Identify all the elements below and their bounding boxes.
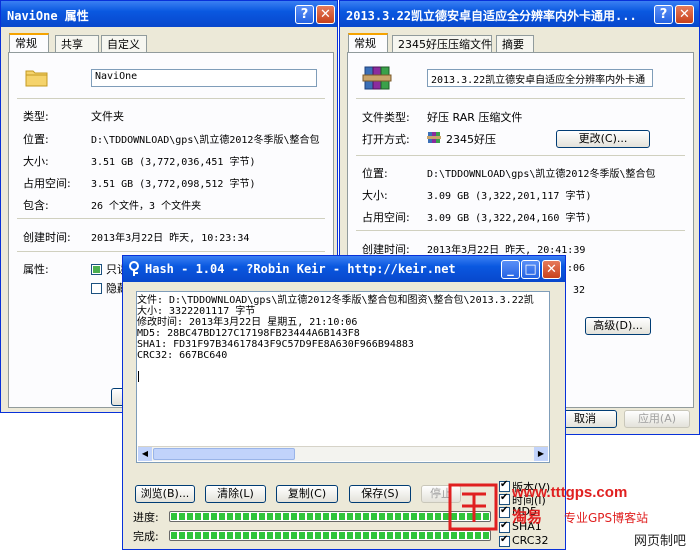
complete-fill bbox=[171, 532, 489, 539]
progress-label: 进度: bbox=[133, 511, 159, 524]
created-value: 2013年3月22日 昨天, 10:23:34 bbox=[91, 233, 250, 244]
divider bbox=[17, 218, 325, 219]
help-button[interactable]: ? bbox=[654, 5, 673, 24]
crc32-line: CRC32: 667BC640 bbox=[137, 350, 228, 361]
close-button[interactable]: ✕ bbox=[675, 5, 694, 24]
disk-size-value: 3.51 GB (3,772,098,512 字节) bbox=[91, 179, 256, 190]
watermark-corner: 网页制吧 bbox=[634, 534, 687, 549]
location-label: 位置: bbox=[23, 133, 49, 146]
title-bar[interactable]: Hash - 1.04 - ?Robin Keir - http://keir.… bbox=[123, 256, 565, 282]
location-value: D:\TDDOWNLOAD\gps\凯立德2012冬季版\整合包 bbox=[91, 135, 320, 146]
clear-button[interactable]: 清除(L) bbox=[205, 485, 266, 503]
size-value: 3.09 GB (3,322,201,117 字节) bbox=[427, 191, 592, 202]
file-type-value: 好压 RAR 压缩文件 bbox=[427, 111, 523, 124]
close-button[interactable]: ✕ bbox=[316, 5, 335, 24]
divider bbox=[356, 230, 685, 231]
title-bar[interactable]: NaviOne 属性 ? ✕ bbox=[1, 1, 337, 27]
tab-summary[interactable]: 摘要 bbox=[496, 35, 534, 53]
complete-bar bbox=[169, 530, 491, 541]
copy-button[interactable]: 复制(C) bbox=[276, 485, 338, 503]
open-with-label: 打开方式: bbox=[362, 133, 410, 146]
file-line: 文件: D:\TDDOWNLOAD\gps\凯立德2012冬季版\整合包和图资\… bbox=[137, 295, 534, 306]
window-title: Hash - 1.04 - ?Robin Keir - http://keir.… bbox=[145, 262, 456, 276]
modified-time-partial: :06 bbox=[567, 263, 586, 274]
created-value: 2013年3月22日 昨天, 20:41:39 bbox=[427, 245, 586, 256]
disk-size-label: 占用空间: bbox=[23, 177, 71, 190]
location-value: D:\TDDOWNLOAD\gps\凯立德2012冬季版\整合包 bbox=[427, 169, 656, 180]
folder-icon bbox=[25, 70, 48, 87]
scroll-right-arrow[interactable]: ▶ bbox=[534, 447, 548, 461]
apply-button[interactable]: 应用(A) bbox=[624, 410, 690, 428]
watermark-tagline: 专业GPS博客站 bbox=[564, 511, 649, 525]
readonly-checkbox[interactable] bbox=[91, 264, 102, 275]
sha1-line: SHA1: FD31F97B34617843F9C57D9FE8A630F966… bbox=[137, 339, 414, 350]
window-title: NaviOne 属性 bbox=[7, 9, 89, 23]
file-type-label: 文件类型: bbox=[362, 111, 410, 124]
hidden-checkbox[interactable] bbox=[91, 283, 102, 294]
size-label: 大小: bbox=[362, 189, 388, 202]
open-with-value: 2345好压 bbox=[446, 133, 496, 146]
save-button[interactable]: 保存(S) bbox=[349, 485, 411, 503]
tab-general[interactable]: 常规 bbox=[348, 33, 388, 53]
accessed-time-partial: 32 bbox=[573, 285, 586, 296]
tab-archive[interactable]: 2345好压压缩文件 bbox=[392, 35, 492, 53]
complete-label: 完成: bbox=[133, 530, 159, 543]
minimize-button[interactable]: _ bbox=[501, 260, 520, 279]
type-value: 文件夹 bbox=[91, 110, 124, 123]
watermark-logo-icon bbox=[448, 483, 498, 531]
help-button[interactable]: ? bbox=[295, 5, 314, 24]
watermark-brand: 淘易 bbox=[512, 508, 543, 526]
progress-bar bbox=[169, 511, 491, 522]
type-label: 类型: bbox=[23, 110, 49, 123]
rar-archive-icon bbox=[362, 66, 392, 90]
size-line: 大小: 3322201117 字节 bbox=[137, 306, 256, 317]
name-field[interactable]: 2013.3.22凯立德安卓自适应全分辨率内外卡通 bbox=[427, 69, 653, 87]
watermark-url: www.tttgps.com bbox=[512, 484, 628, 501]
watermark: www.tttgps.com 淘易 专业GPS博客站 网页制吧 bbox=[448, 480, 700, 552]
title-bar[interactable]: 2013.3.22凯立德安卓自适应全分辨率内外卡通用... ? ✕ bbox=[340, 1, 699, 27]
change-button[interactable]: 更改(C)... bbox=[556, 130, 650, 148]
browse-button[interactable]: 浏览(B)... bbox=[135, 485, 195, 503]
hash-app-icon bbox=[129, 261, 139, 276]
text-cursor bbox=[138, 371, 139, 382]
location-label: 位置: bbox=[362, 167, 388, 180]
divider bbox=[356, 98, 685, 99]
modified-line: 修改时间: 2013年3月22日 星期五, 21:10:06 bbox=[137, 317, 358, 328]
haozip-icon bbox=[427, 132, 441, 143]
divider bbox=[356, 155, 685, 156]
progress-fill bbox=[171, 513, 489, 520]
md5-line: MD5: 28BC47BD127C17198FB23444A6B143F8 bbox=[137, 328, 360, 339]
created-label: 创建时间: bbox=[23, 231, 71, 244]
window-title: 2013.3.22凯立德安卓自适应全分辨率内外卡通用... bbox=[346, 9, 637, 23]
tab-sharing[interactable]: 共享 bbox=[55, 35, 99, 53]
scroll-left-arrow[interactable]: ◀ bbox=[138, 447, 152, 461]
tab-general[interactable]: 常规 bbox=[9, 33, 49, 53]
disk-size-label: 占用空间: bbox=[362, 211, 410, 224]
scroll-thumb[interactable] bbox=[153, 448, 295, 460]
close-button[interactable]: ✕ bbox=[542, 260, 561, 279]
attributes-label: 属性: bbox=[23, 263, 49, 276]
size-label: 大小: bbox=[23, 155, 49, 168]
name-field[interactable]: NaviOne bbox=[91, 69, 317, 87]
contains-label: 包含: bbox=[23, 199, 49, 212]
maximize-button[interactable]: □ bbox=[521, 260, 540, 279]
size-value: 3.51 GB (3,772,036,451 字节) bbox=[91, 157, 256, 168]
disk-size-value: 3.09 GB (3,322,204,160 字节) bbox=[427, 213, 592, 224]
divider bbox=[17, 98, 325, 99]
horizontal-scrollbar[interactable]: ◀ ▶ bbox=[138, 446, 548, 461]
tab-customize[interactable]: 自定义 bbox=[101, 35, 147, 53]
divider bbox=[17, 251, 325, 252]
hash-output-textarea[interactable]: 文件: D:\TDDOWNLOAD\gps\凯立德2012冬季版\整合包和图资\… bbox=[136, 291, 550, 463]
advanced-button[interactable]: 高级(D)... bbox=[585, 317, 651, 335]
contains-value: 26 个文件，3 个文件夹 bbox=[91, 201, 202, 212]
